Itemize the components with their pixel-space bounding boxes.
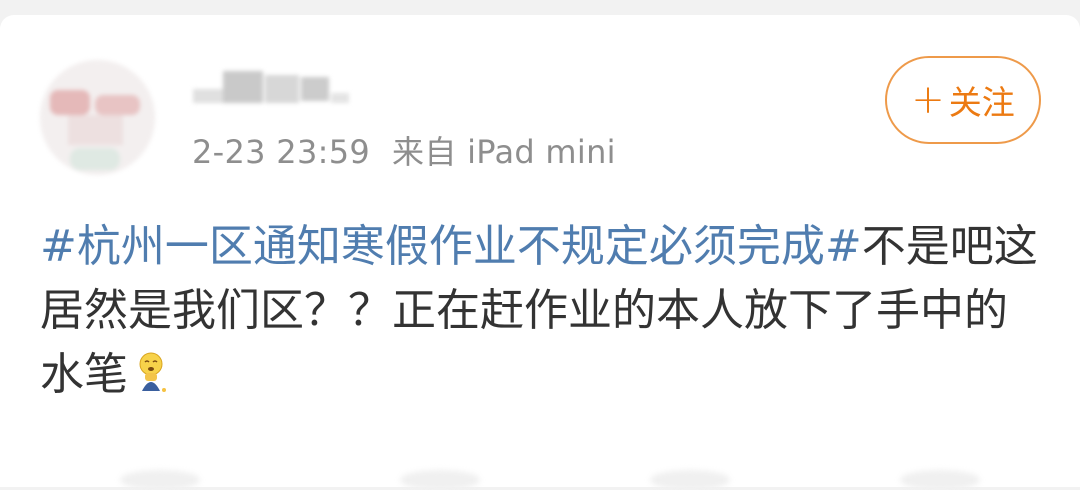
bottom-shadow <box>650 470 730 490</box>
bottom-shadow <box>400 470 480 490</box>
weibo-post-card: 2-23 23:59 来自 iPad mini + 关注 #杭州一区通知寒假作业不… <box>0 15 1080 487</box>
plus-icon: + <box>911 77 945 123</box>
avatar[interactable] <box>40 60 155 175</box>
follow-label: 关注 <box>948 83 1015 122</box>
crying-face-figure-icon <box>134 349 168 393</box>
bottom-shadow <box>900 470 980 490</box>
post-source[interactable]: 来自 iPad mini <box>392 133 616 171</box>
bottom-shadow <box>120 470 200 490</box>
post-content: #杭州一区通知寒假作业不规定必须完成#不是吧这居然是我们区？？正在赶作业的本人放… <box>40 215 1040 407</box>
username-blurred[interactable] <box>193 67 353 107</box>
post-timestamp: 2-23 23:59 <box>192 133 371 171</box>
follow-button[interactable]: + 关注 <box>885 56 1041 144</box>
post-meta: 2-23 23:59 来自 iPad mini <box>192 127 616 173</box>
hashtag-link[interactable]: #杭州一区通知寒假作业不规定必须完成# <box>40 221 862 272</box>
